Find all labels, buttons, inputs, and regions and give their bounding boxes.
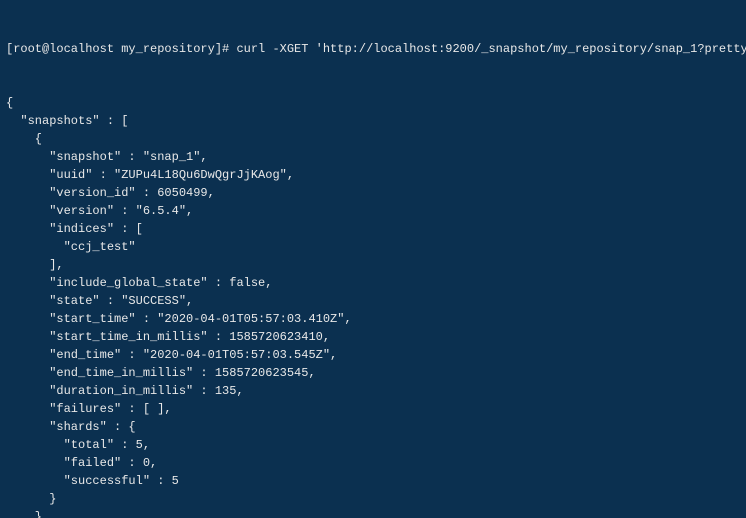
- json-line: "snapshots" : [: [6, 112, 740, 130]
- json-line: "shards" : {: [6, 418, 740, 436]
- json-line: "total" : 5,: [6, 436, 740, 454]
- json-line: "ccj_test": [6, 238, 740, 256]
- curl-command: curl -XGET: [236, 42, 315, 56]
- json-line: "state" : "SUCCESS",: [6, 292, 740, 310]
- json-line: "end_time" : "2020-04-01T05:57:03.545Z",: [6, 346, 740, 364]
- command-line: [root@localhost my_repository]# curl -XG…: [6, 40, 740, 58]
- json-line: "successful" : 5: [6, 472, 740, 490]
- shell-prompt: [root@localhost my_repository]#: [6, 42, 236, 56]
- json-line: }: [6, 490, 740, 508]
- json-line: "snapshot" : "snap_1",: [6, 148, 740, 166]
- json-line: "end_time_in_millis" : 1585720623545,: [6, 364, 740, 382]
- json-line: "failures" : [ ],: [6, 400, 740, 418]
- json-line: "indices" : [: [6, 220, 740, 238]
- json-line: "include_global_state" : false,: [6, 274, 740, 292]
- json-line: "failed" : 0,: [6, 454, 740, 472]
- json-line: "start_time" : "2020-04-01T05:57:03.410Z…: [6, 310, 740, 328]
- json-output: { "snapshots" : [ { "snapshot" : "snap_1…: [6, 94, 740, 518]
- json-line: }: [6, 508, 740, 518]
- request-url: 'http://localhost:9200/_snapshot/my_repo…: [316, 42, 746, 56]
- json-line: {: [6, 94, 740, 112]
- json-line: "version" : "6.5.4",: [6, 202, 740, 220]
- json-line: ],: [6, 256, 740, 274]
- json-line: "uuid" : "ZUPu4L18Qu6DwQgrJjKAog",: [6, 166, 740, 184]
- json-line: "start_time_in_millis" : 1585720623410,: [6, 328, 740, 346]
- terminal-window[interactable]: [root@localhost my_repository]# curl -XG…: [0, 0, 746, 518]
- json-line: "version_id" : 6050499,: [6, 184, 740, 202]
- json-line: "duration_in_millis" : 135,: [6, 382, 740, 400]
- json-line: {: [6, 130, 740, 148]
